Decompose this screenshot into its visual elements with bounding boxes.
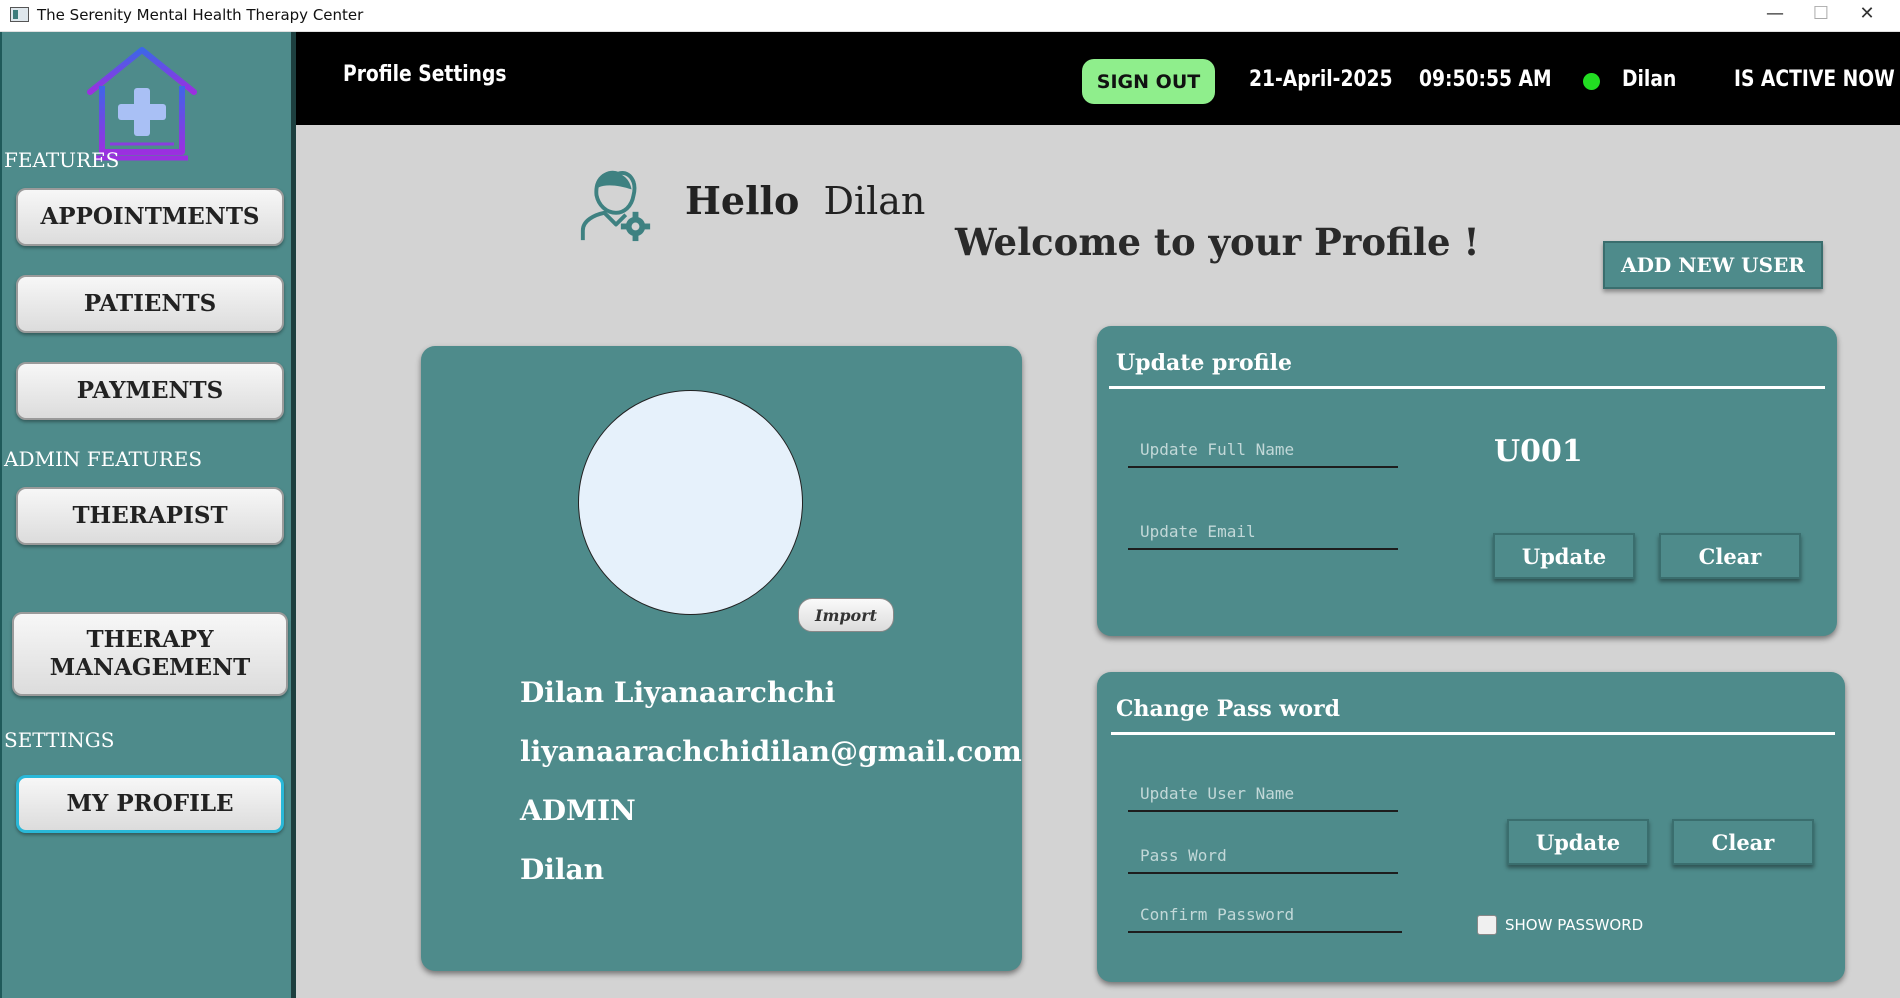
profile-role: ADMIN: [520, 794, 636, 827]
confirm-password-input[interactable]: Confirm Password: [1128, 903, 1402, 933]
change-password-card: Change Pass word Update User Name Pass W…: [1097, 672, 1845, 982]
therapist-button[interactable]: THERAPIST: [16, 487, 284, 545]
update-password-button[interactable]: Update: [1507, 819, 1649, 865]
minimize-icon[interactable]: —: [1752, 0, 1798, 30]
active-user-name: Dilan: [1622, 67, 1677, 92]
profile-full-name: Dilan Liyanaarchchi: [520, 676, 836, 709]
page-title: Profile Settings: [343, 62, 507, 87]
my-profile-button[interactable]: MY PROFILE: [16, 775, 284, 833]
close-icon[interactable]: ✕: [1844, 0, 1890, 30]
therapy-management-label-line2: MANAGEMENT: [49, 654, 251, 681]
user-id-label: U001: [1494, 434, 1583, 469]
settings-section-label: SETTINGS: [4, 728, 115, 752]
hello-greeting: Hello Dilan: [685, 178, 925, 223]
user-settings-icon: [580, 170, 651, 242]
features-section-label: FEATURES: [4, 148, 120, 172]
change-password-title: Change Pass word: [1116, 696, 1341, 722]
hello-user-name: Dilan: [823, 179, 926, 223]
sidebar: FEATURES APPOINTMENTS PATIENTS PAYMENTS …: [0, 32, 296, 998]
update-profile-card: Update profile Update Full Name Update E…: [1097, 326, 1837, 636]
therapy-management-label-line1: THERAPY: [86, 626, 214, 653]
current-date: 21-April-2025: [1249, 67, 1393, 92]
add-new-user-button[interactable]: ADD NEW USER: [1603, 241, 1823, 289]
admin-features-section-label: ADMIN FEATURES: [4, 447, 203, 471]
maximize-icon[interactable]: ☐: [1798, 0, 1844, 30]
update-profile-divider: [1109, 386, 1825, 389]
show-password-label[interactable]: SHOW PASSWORD: [1505, 916, 1643, 934]
payments-button[interactable]: PAYMENTS: [16, 362, 284, 420]
welcome-heading: Welcome to your Profile !: [955, 220, 1480, 264]
update-profile-button[interactable]: Update: [1493, 533, 1635, 579]
clear-profile-button[interactable]: Clear: [1659, 533, 1801, 579]
update-full-name-input[interactable]: Update Full Name: [1128, 438, 1398, 468]
profile-email: liyanaarachchidilan@gmail.com: [520, 735, 1022, 768]
update-email-input[interactable]: Update Email: [1128, 520, 1398, 550]
app-window-icon: [10, 7, 29, 22]
import-photo-button[interactable]: Import: [798, 598, 894, 632]
patients-button[interactable]: PATIENTS: [16, 275, 284, 333]
profile-avatar: [578, 390, 803, 615]
hello-word: Hello: [685, 178, 800, 223]
profile-username: Dilan: [520, 853, 605, 886]
top-header-bar: Profile Settings SIGN OUT 21-April-2025 …: [296, 32, 1900, 125]
active-status-text: IS ACTIVE NOW: [1734, 67, 1895, 92]
update-user-name-input[interactable]: Update User Name: [1128, 782, 1398, 812]
password-input[interactable]: Pass Word: [1128, 844, 1398, 874]
window-title-bar: The Serenity Mental Health Therapy Cente…: [0, 0, 1900, 32]
clear-password-button[interactable]: Clear: [1672, 819, 1814, 865]
appointments-button[interactable]: APPOINTMENTS: [16, 188, 284, 246]
window-title: The Serenity Mental Health Therapy Cente…: [37, 6, 364, 24]
therapy-management-button[interactable]: THERAPY MANAGEMENT: [12, 612, 288, 696]
sign-out-button[interactable]: SIGN OUT: [1082, 59, 1215, 104]
change-password-divider: [1111, 732, 1835, 735]
current-time: 09:50:55 AM: [1419, 67, 1552, 92]
show-password-checkbox[interactable]: [1477, 915, 1497, 935]
online-status-dot-icon: [1583, 73, 1600, 90]
clinic-house-logo-icon: [87, 47, 197, 161]
profile-info-card: Import Dilan Liyanaarchchi liyanaarachch…: [421, 346, 1022, 971]
update-profile-title: Update profile: [1116, 350, 1293, 376]
